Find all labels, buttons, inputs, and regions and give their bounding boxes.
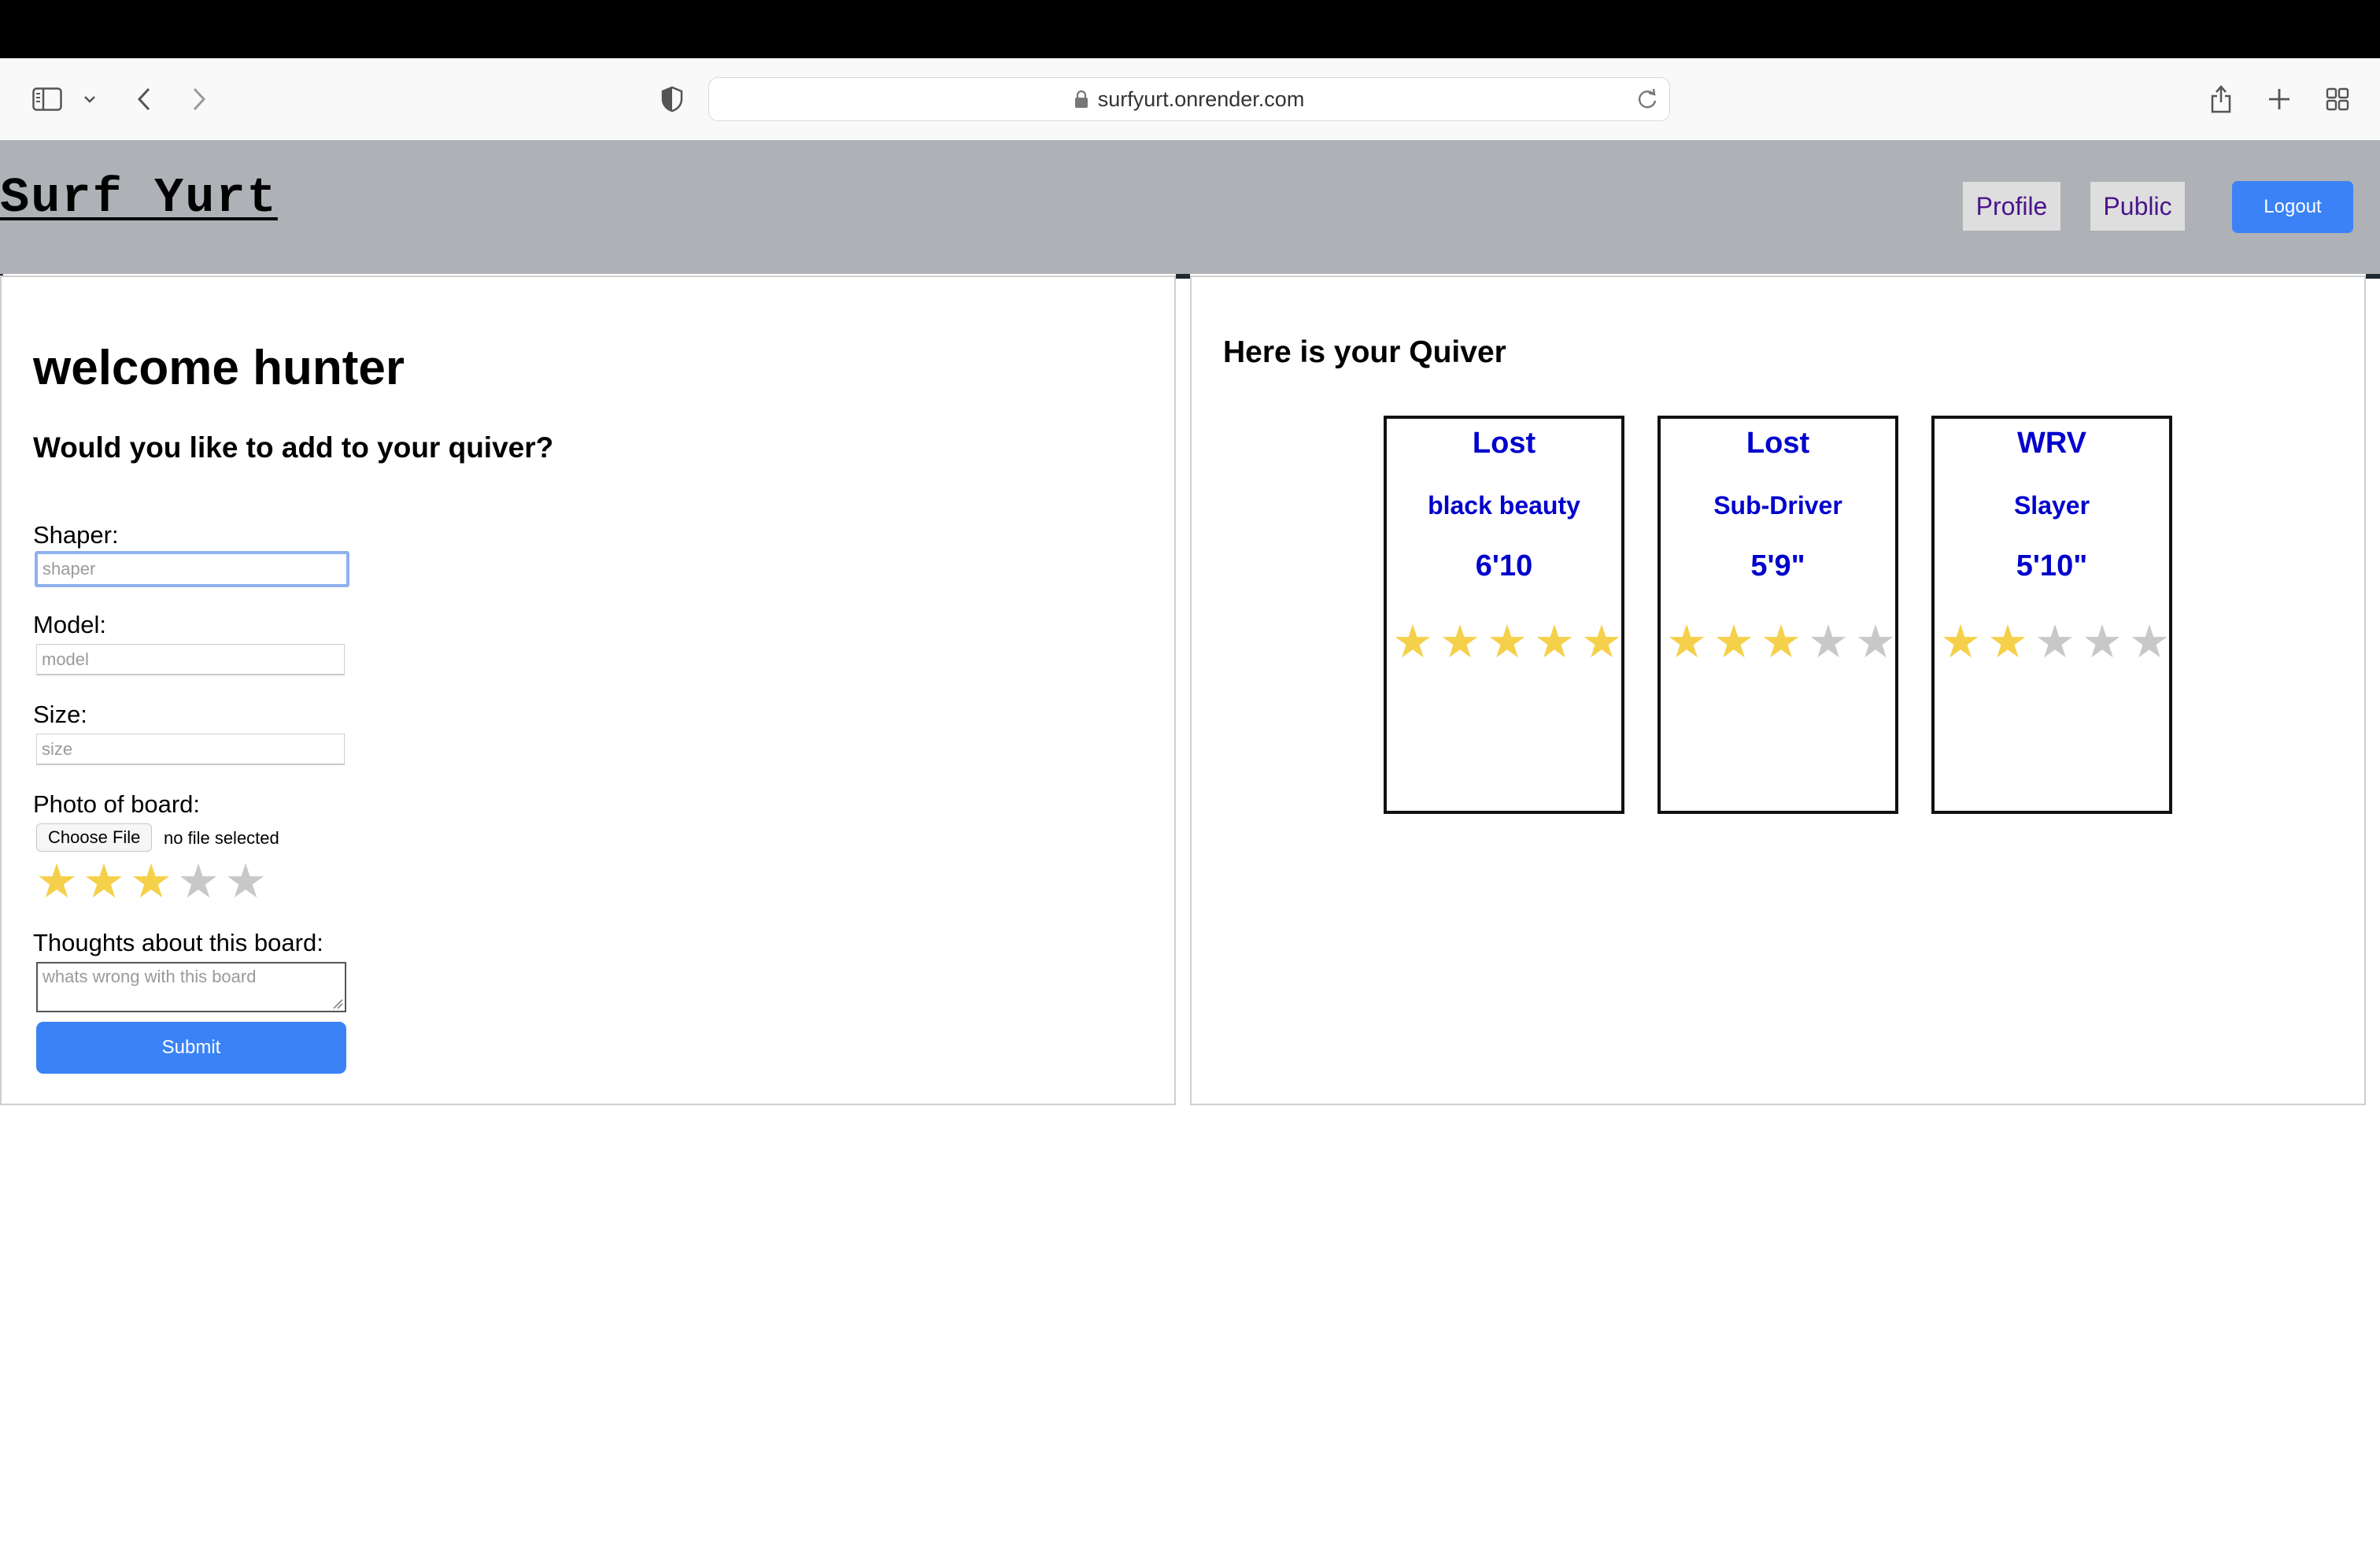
- board-model: Slayer: [2013, 491, 2090, 520]
- choose-file-button[interactable]: Choose File: [36, 823, 153, 852]
- board-shaper: Lost: [1746, 427, 1810, 460]
- star-icon: ★: [1581, 616, 1622, 668]
- star-icon: ★: [1392, 616, 1433, 668]
- board-size: 5'10": [2016, 549, 2088, 583]
- no-file-text: no file selected: [164, 828, 279, 848]
- thoughts-label: Thoughts about this board:: [33, 929, 323, 956]
- board-rating: ★ ★ ★ ★ ★: [1663, 619, 1899, 666]
- star-icon: ★: [1761, 616, 1802, 668]
- size-label: Size:: [33, 701, 87, 728]
- star-icon: ★: [1534, 616, 1575, 668]
- star-icon[interactable]: ★: [80, 858, 128, 905]
- star-icon: ★: [1487, 616, 1528, 668]
- star-icon: ★: [1855, 616, 1896, 668]
- board-rating: ★ ★ ★ ★ ★: [1389, 619, 1625, 666]
- star-icon[interactable]: ★: [175, 858, 222, 905]
- chevron-down-icon[interactable]: [80, 58, 99, 140]
- star-icon: ★: [1940, 616, 1981, 668]
- tab-overview-icon[interactable]: [2323, 58, 2352, 140]
- site-logo[interactable]: Surf Yurt: [0, 170, 278, 226]
- photo-label: Photo of board:: [33, 790, 200, 818]
- nav-profile-button[interactable]: Profile: [1963, 182, 2060, 231]
- screen-top-bar: [0, 0, 2380, 58]
- logout-button[interactable]: Logout: [2232, 181, 2353, 233]
- submit-button[interactable]: Submit: [36, 1022, 346, 1074]
- star-icon: ★: [2034, 616, 2075, 668]
- site-header: Surf Yurt Profile Public Logout: [0, 140, 2380, 279]
- reload-icon[interactable]: [1636, 87, 1658, 115]
- board-card[interactable]: WRV Slayer 5'10" ★ ★ ★ ★ ★: [1931, 416, 2172, 814]
- address-bar[interactable]: surfyurt.onrender.com: [708, 77, 1670, 121]
- board-shaper: Lost: [1472, 427, 1536, 460]
- model-input[interactable]: model: [36, 644, 345, 675]
- back-icon[interactable]: [132, 58, 156, 140]
- star-icon: ★: [1987, 616, 2028, 668]
- board-card[interactable]: Lost Sub-Driver 5'9" ★ ★ ★ ★ ★: [1658, 416, 1898, 814]
- star-icon[interactable]: ★: [222, 858, 269, 905]
- star-icon[interactable]: ★: [33, 858, 80, 905]
- welcome-heading: welcome hunter: [33, 341, 405, 395]
- thoughts-textarea[interactable]: whats wrong with this board: [36, 962, 346, 1012]
- add-board-panel: welcome hunter Would you like to add to …: [0, 276, 1176, 1105]
- forward-icon[interactable]: [187, 58, 211, 140]
- star-icon: ★: [2129, 616, 2170, 668]
- board-shaper: WRV: [2017, 427, 2086, 460]
- form-question: Would you like to add to your quiver?: [33, 431, 554, 464]
- resize-grip-icon[interactable]: [332, 998, 343, 1009]
- url-text: surfyurt.onrender.com: [1097, 87, 1305, 111]
- rating-stars[interactable]: ★ ★ ★ ★ ★: [33, 858, 269, 905]
- star-icon: ★: [1439, 616, 1480, 668]
- star-icon: ★: [2082, 616, 2123, 668]
- star-icon: ★: [1808, 616, 1849, 668]
- board-rating: ★ ★ ★ ★ ★: [1937, 619, 2173, 666]
- size-input[interactable]: size: [36, 734, 345, 765]
- shaper-label: Shaper:: [33, 521, 119, 549]
- share-icon[interactable]: [2207, 58, 2235, 140]
- sidebar-icon[interactable]: [30, 58, 65, 140]
- lock-icon: [1074, 90, 1088, 108]
- board-card[interactable]: Lost black beauty 6'10 ★ ★ ★ ★ ★: [1384, 416, 1624, 814]
- star-icon: ★: [1713, 616, 1754, 668]
- header-divider: [1176, 274, 1190, 279]
- board-model: Sub-Driver: [1713, 491, 1842, 520]
- shield-icon[interactable]: [660, 58, 685, 140]
- board-size: 5'9": [1750, 549, 1805, 583]
- new-tab-icon[interactable]: [2265, 58, 2293, 140]
- star-icon[interactable]: ★: [128, 858, 175, 905]
- star-icon: ★: [1666, 616, 1707, 668]
- board-size: 6'10: [1475, 549, 1533, 583]
- board-model: black beauty: [1428, 491, 1580, 520]
- quiver-title: Here is your Quiver: [1223, 335, 1506, 369]
- browser-toolbar: surfyurt.onrender.com: [0, 58, 2380, 141]
- shaper-input[interactable]: shaper: [35, 551, 349, 587]
- nav-public-button[interactable]: Public: [2090, 182, 2185, 231]
- quiver-panel: Here is your Quiver Lost black beauty 6'…: [1190, 276, 2366, 1105]
- thoughts-placeholder: whats wrong with this board: [42, 967, 257, 986]
- model-label: Model:: [33, 611, 107, 638]
- header-divider: [2366, 274, 2380, 279]
